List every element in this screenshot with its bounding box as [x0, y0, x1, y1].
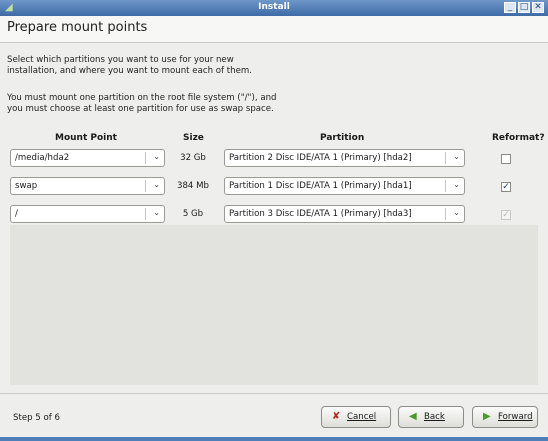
arrow-right-icon: ▶: [483, 411, 491, 422]
column-header-reformat: Reformat?: [492, 133, 545, 143]
mount-point-value: /media/hda2: [15, 153, 70, 163]
mount-point-combo[interactable]: swap ⌄: [10, 177, 165, 195]
cancel-label: Cancel: [347, 412, 377, 422]
arrow-left-icon: ◀: [409, 411, 417, 422]
partition-size: 32 Gb: [180, 153, 206, 163]
instruction-line: installation, and where you want to moun…: [7, 66, 252, 76]
mount-point-combo[interactable]: /media/hda2 ⌄: [10, 149, 165, 167]
partition-list-area: [10, 225, 538, 385]
partition-value: Partition 2 Disc IDE/ATA 1 (Primary) [hd…: [229, 153, 412, 163]
install-window: ◢ Install _ □ ✕ Prepare mount points Sel…: [0, 0, 548, 441]
combo-separator: [145, 152, 146, 164]
step-indicator: Step 5 of 6: [13, 413, 60, 423]
chevron-down-icon: ⌄: [453, 180, 460, 189]
forward-label: Forward: [498, 412, 533, 422]
chevron-down-icon: ⌄: [453, 152, 460, 161]
mount-point-combo[interactable]: / ⌄: [10, 205, 165, 223]
chevron-down-icon: ⌄: [153, 152, 160, 161]
combo-separator: [445, 180, 446, 192]
reformat-checkbox: ✓: [501, 210, 511, 220]
maximize-button[interactable]: □: [518, 2, 530, 13]
reformat-checkbox[interactable]: ✓: [501, 182, 511, 192]
column-header-mount-point: Mount Point: [55, 133, 117, 143]
instruction-line: you must choose at least one partition f…: [7, 104, 274, 114]
column-header-partition: Partition: [320, 133, 365, 143]
cancel-button[interactable]: ✘ Cancel: [321, 406, 391, 428]
instruction-line: You must mount one partition on the root…: [7, 93, 277, 103]
close-window-button[interactable]: ✕: [532, 2, 544, 13]
footer-divider: [0, 393, 548, 394]
partition-size: 5 Gb: [182, 209, 204, 219]
partition-combo[interactable]: Partition 2 Disc IDE/ATA 1 (Primary) [hd…: [224, 149, 465, 167]
partition-value: Partition 3 Disc IDE/ATA 1 (Primary) [hd…: [229, 209, 412, 219]
minimize-button[interactable]: _: [504, 2, 516, 13]
page-title: Prepare mount points: [7, 20, 148, 35]
window-bottom-edge: [0, 437, 548, 441]
combo-separator: [445, 208, 446, 220]
mount-point-value: /: [15, 209, 18, 219]
partition-combo[interactable]: Partition 1 Disc IDE/ATA 1 (Primary) [hd…: [224, 177, 465, 195]
forward-button[interactable]: ▶ Forward: [472, 406, 538, 428]
instruction-line: Select which partitions you want to use …: [7, 55, 234, 65]
x-icon: ✘: [332, 411, 341, 422]
back-label: Back: [424, 412, 445, 422]
combo-separator: [145, 180, 146, 192]
window-title: Install: [258, 2, 290, 12]
title-bar: ◢ Install _ □ ✕: [0, 0, 548, 16]
reformat-checkbox[interactable]: [501, 154, 511, 164]
combo-separator: [145, 208, 146, 220]
combo-separator: [445, 152, 446, 164]
chevron-down-icon: ⌄: [153, 208, 160, 217]
page-header: Prepare mount points: [0, 16, 548, 43]
partition-value: Partition 1 Disc IDE/ATA 1 (Primary) [hd…: [229, 181, 412, 191]
chevron-down-icon: ⌄: [153, 180, 160, 189]
partition-combo[interactable]: Partition 3 Disc IDE/ATA 1 (Primary) [hd…: [224, 205, 465, 223]
chevron-down-icon: ⌄: [453, 208, 460, 217]
back-button[interactable]: ◀ Back: [398, 406, 464, 428]
partition-size: 384 Mb: [176, 181, 209, 191]
mount-point-value: swap: [15, 181, 38, 191]
column-header-size: Size: [183, 133, 204, 143]
